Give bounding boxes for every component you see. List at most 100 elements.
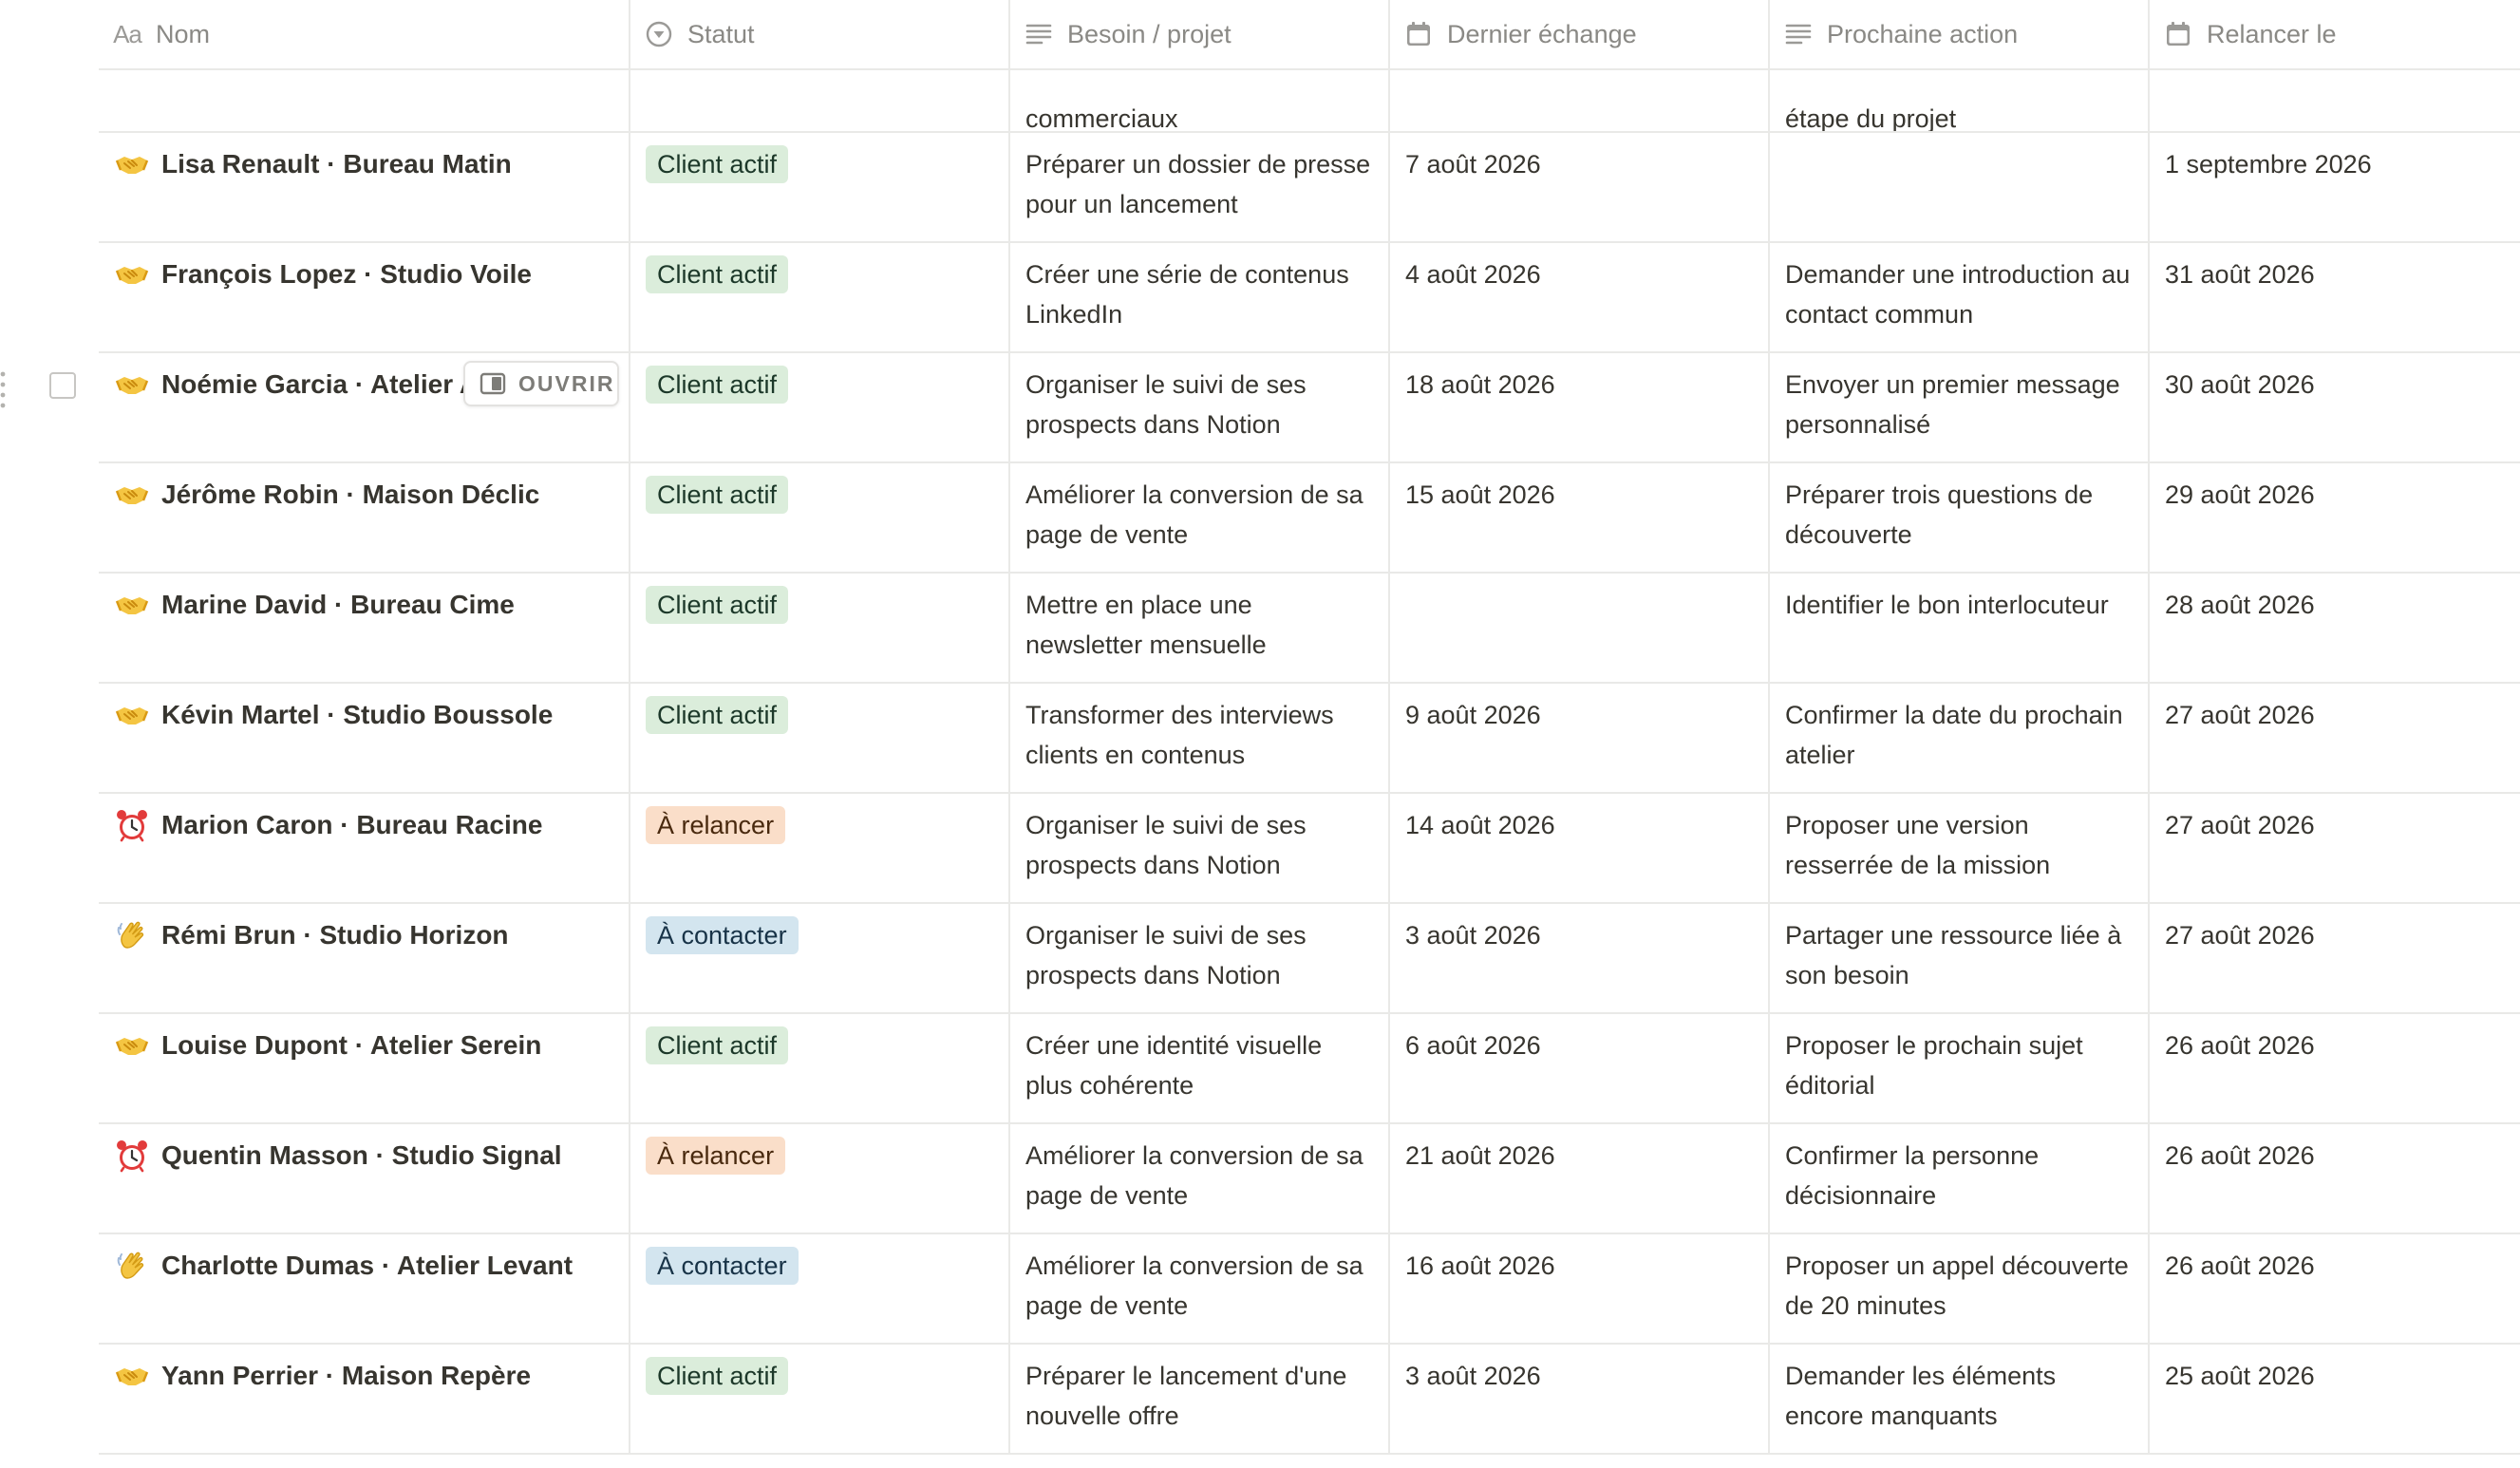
cell-relancer-le[interactable]: 28 août 2026 — [2150, 574, 2520, 682]
cell-prochaine-action[interactable]: Proposer une version resserrée de la mis… — [1770, 794, 2150, 902]
cell-statut[interactable]: À relancer — [630, 1124, 1010, 1233]
cell-relancer-le[interactable]: 27 août 2026 — [2150, 684, 2520, 792]
table-row[interactable]: Jérôme Robin · Maison Déclic Client actif… — [99, 463, 2520, 574]
cell-besoin[interactable]: Organiser le suivi de ses prospects dans… — [1010, 904, 1390, 1012]
open-page-button[interactable]: OUVRIR — [463, 361, 619, 406]
cell-prochaine-action[interactable]: Préparer trois questions de découverte — [1770, 463, 2150, 572]
cell-nom[interactable]: Charlotte Dumas · Atelier Levant — [99, 1234, 630, 1343]
cell-prochaine-action[interactable]: Confirmer la date du prochain atelier — [1770, 684, 2150, 792]
cell-prochaine-action[interactable]: Confirmer la personne décisionnaire — [1770, 1124, 2150, 1233]
table-row[interactable]: Noémie Garcia · Atelier A OUVRIR Client ac… — [99, 353, 2520, 463]
row-title[interactable]: Yann Perrier · Maison Repère — [114, 1356, 611, 1396]
column-header-dernier-echange[interactable]: Dernier échange — [1390, 0, 1770, 68]
row-title[interactable]: Quentin Masson · Studio Signal — [114, 1136, 611, 1176]
cell-besoin[interactable]: Mettre en place une newsletter mensuelle — [1010, 574, 1390, 682]
row-title[interactable]: Louise Dupont · Atelier Serein — [114, 1026, 611, 1065]
cell-relancer-le[interactable]: 26 août 2026 — [2150, 1014, 2520, 1122]
table-row[interactable]: Lisa Renault · Bureau Matin Client actif P… — [99, 133, 2520, 243]
cell-besoin[interactable]: Améliorer la conversion de sa page de ve… — [1010, 463, 1390, 572]
cell-relancer-le[interactable]: 30 août 2026 — [2150, 353, 2520, 461]
cell-statut[interactable]: Client actif — [630, 243, 1010, 351]
row-title[interactable]: Marine David · Bureau Cime — [114, 585, 611, 625]
row-select-checkbox[interactable] — [49, 372, 76, 399]
row-title[interactable]: Lisa Renault · Bureau Matin — [114, 144, 611, 184]
cell-nom[interactable]: Noémie Garcia · Atelier A OUVRIR — [99, 353, 630, 461]
cell-dernier-echange[interactable]: 21 août 2026 — [1390, 1124, 1770, 1233]
cell-dernier-echange[interactable]: 18 août 2026 — [1390, 353, 1770, 461]
cell-nom[interactable]: Lisa Renault · Bureau Matin — [99, 133, 630, 241]
cell-nom[interactable]: Rémi Brun · Studio Horizon — [99, 904, 630, 1012]
cell-prochaine-action[interactable]: Proposer le prochain sujet éditorial — [1770, 1014, 2150, 1122]
cell-nom[interactable]: Yann Perrier · Maison Repère — [99, 1345, 630, 1453]
cell-nom[interactable]: Louise Dupont · Atelier Serein — [99, 1014, 630, 1122]
cell-dernier-echange[interactable]: 16 août 2026 — [1390, 1234, 1770, 1343]
cell-dernier-echange[interactable]: 3 août 2026 — [1390, 904, 1770, 1012]
cell-besoin[interactable]: Transformer des interviews clients en co… — [1010, 684, 1390, 792]
row-title[interactable]: Rémi Brun · Studio Horizon — [114, 915, 611, 955]
cell-besoin[interactable]: Organiser le suivi de ses prospects dans… — [1010, 353, 1390, 461]
cell-prochaine-action[interactable]: Identifier le bon interlocuteur — [1770, 574, 2150, 682]
cell-statut[interactable]: Client actif — [630, 684, 1010, 792]
cell-relancer-le[interactable]: 29 août 2026 — [2150, 463, 2520, 572]
column-header-prochaine-action[interactable]: Prochaine action — [1770, 0, 2150, 68]
row-title[interactable]: Kévin Martel · Studio Boussole — [114, 695, 611, 735]
cell-dernier-echange[interactable]: 4 août 2026 — [1390, 243, 1770, 351]
cell-relancer-le[interactable]: 25 août 2026 — [2150, 1345, 2520, 1453]
cell-relancer-le[interactable]: 1 septembre 2026 — [2150, 133, 2520, 241]
row-title[interactable]: Jérôme Robin · Maison Déclic — [114, 475, 611, 515]
table-row[interactable]: Kévin Martel · Studio Boussole Client act… — [99, 684, 2520, 794]
row-title[interactable]: François Lopez · Studio Voile — [114, 254, 611, 294]
cell-dernier-echange[interactable]: 6 août 2026 — [1390, 1014, 1770, 1122]
cell-besoin[interactable]: Améliorer la conversion de sa page de ve… — [1010, 1234, 1390, 1343]
cell-statut[interactable]: Client actif — [630, 1014, 1010, 1122]
table-row[interactable]: François Lopez · Studio Voile Client acti… — [99, 243, 2520, 353]
table-row[interactable]: Marine David · Bureau Cime Client actif Me… — [99, 574, 2520, 684]
cell-dernier-echange[interactable]: 9 août 2026 — [1390, 684, 1770, 792]
cell-dernier-echange[interactable]: 3 août 2026 — [1390, 1345, 1770, 1453]
cell-dernier-echange[interactable] — [1390, 574, 1770, 682]
cell-prochaine-action[interactable]: Envoyer un premier message personnalisé — [1770, 353, 2150, 461]
cell-statut[interactable]: Client actif — [630, 574, 1010, 682]
cell-dernier-echange[interactable]: 14 août 2026 — [1390, 794, 1770, 902]
cell-relancer-le[interactable]: 26 août 2026 — [2150, 1234, 2520, 1343]
cell-nom[interactable]: François Lopez · Studio Voile — [99, 243, 630, 351]
cell-statut[interactable]: À contacter — [630, 904, 1010, 1012]
cell-besoin[interactable]: Préparer un dossier de presse pour un la… — [1010, 133, 1390, 241]
cell-nom[interactable]: Jérôme Robin · Maison Déclic — [99, 463, 630, 572]
cell-prochaine-action[interactable]: Partager une ressource liée à son besoin — [1770, 904, 2150, 1012]
cell-nom[interactable]: Marion Caron · Bureau Racine — [99, 794, 630, 902]
cell-besoin[interactable]: Améliorer la conversion de sa page de ve… — [1010, 1124, 1390, 1233]
cell-relancer-le[interactable]: 31 août 2026 — [2150, 243, 2520, 351]
cell-statut[interactable]: À contacter — [630, 1234, 1010, 1343]
cell-relancer-le[interactable]: 27 août 2026 — [2150, 794, 2520, 902]
cell-dernier-echange[interactable]: 15 août 2026 — [1390, 463, 1770, 572]
cell-dernier-echange[interactable]: 7 août 2026 — [1390, 133, 1770, 241]
cell-prochaine-action[interactable] — [1770, 133, 2150, 241]
cell-statut[interactable]: À relancer — [630, 794, 1010, 902]
cell-besoin[interactable]: Organiser le suivi de ses prospects dans… — [1010, 794, 1390, 902]
cell-statut[interactable]: Client actif — [630, 463, 1010, 572]
cell-statut[interactable]: Client actif — [630, 1345, 1010, 1453]
table-row[interactable]: Yann Perrier · Maison Repère Client actif… — [99, 1345, 2520, 1455]
table-row[interactable]: Louise Dupont · Atelier Serein Client act… — [99, 1014, 2520, 1124]
cell-besoin[interactable]: Préparer le lancement d'une nouvelle off… — [1010, 1345, 1390, 1453]
row-title[interactable]: Charlotte Dumas · Atelier Levant — [114, 1246, 611, 1286]
cell-nom[interactable]: Kévin Martel · Studio Boussole — [99, 684, 630, 792]
cell-nom[interactable]: Quentin Masson · Studio Signal — [99, 1124, 630, 1233]
column-header-relancer-le[interactable]: Relancer le — [2150, 0, 2520, 68]
row-drag-handle[interactable] — [0, 368, 13, 410]
cell-prochaine-action[interactable]: Demander une introduction au contact com… — [1770, 243, 2150, 351]
cell-statut[interactable]: Client actif — [630, 353, 1010, 461]
table-row[interactable]: Marion Caron · Bureau Racine À relancer Or… — [99, 794, 2520, 904]
cell-prochaine-action[interactable]: Proposer un appel découverte de 20 minut… — [1770, 1234, 2150, 1343]
column-header-besoin[interactable]: Besoin / projet — [1010, 0, 1390, 68]
cell-relancer-le[interactable]: 27 août 2026 — [2150, 904, 2520, 1012]
row-title[interactable]: Marion Caron · Bureau Racine — [114, 805, 611, 845]
table-row[interactable]: Quentin Masson · Studio Signal À relancer… — [99, 1124, 2520, 1234]
cell-nom[interactable]: Marine David · Bureau Cime — [99, 574, 630, 682]
cell-besoin[interactable]: Créer une série de contenus LinkedIn — [1010, 243, 1390, 351]
cell-besoin[interactable]: Créer une identité visuelle plus cohéren… — [1010, 1014, 1390, 1122]
table-row[interactable]: Charlotte Dumas · Atelier Levant À contac… — [99, 1234, 2520, 1345]
cell-relancer-le[interactable]: 26 août 2026 — [2150, 1124, 2520, 1233]
table-row[interactable]: Rémi Brun · Studio Horizon À contacter Org… — [99, 904, 2520, 1014]
